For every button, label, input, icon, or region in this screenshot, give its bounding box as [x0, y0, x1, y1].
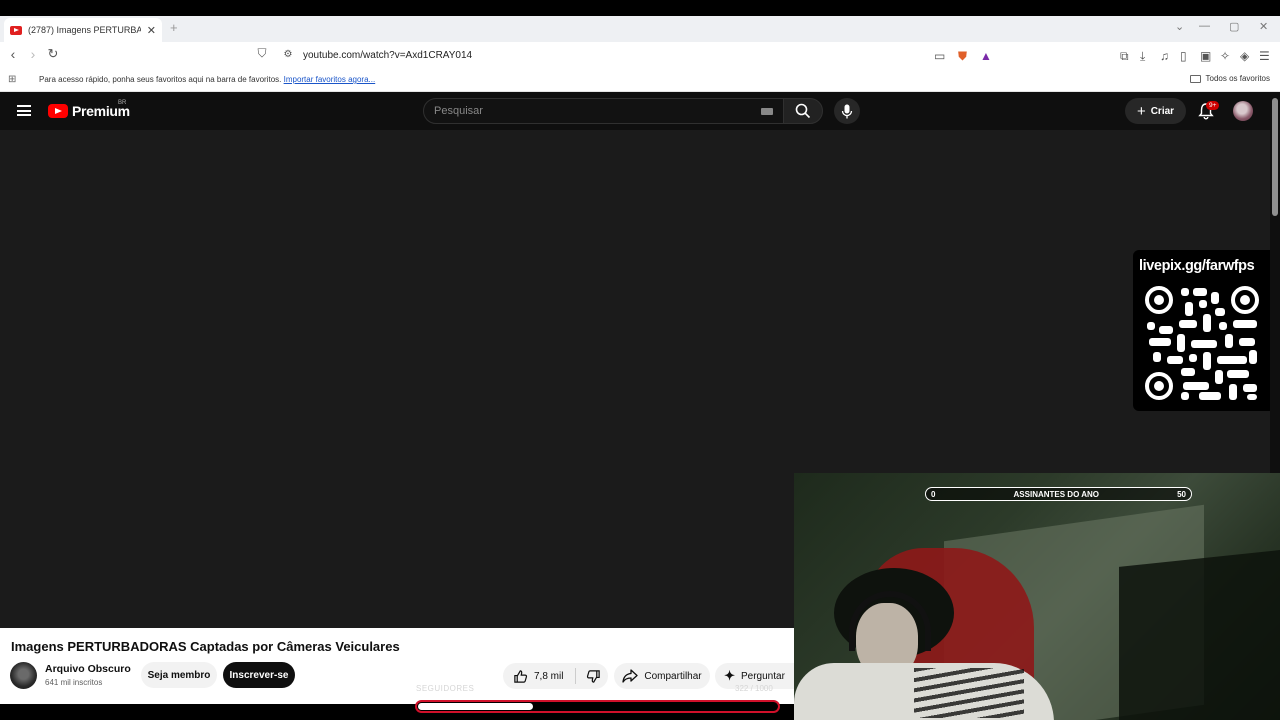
- voice-search-button[interactable]: [834, 98, 860, 124]
- all-favorites-button[interactable]: Todos os favoritos: [1189, 74, 1270, 83]
- browser-toolbar: ‹ › ↻ ⛉ ⚙ youtube.com/watch?v=Axd1CRAY01…: [0, 42, 1280, 70]
- create-button[interactable]: + Criar: [1125, 98, 1186, 124]
- like-icon[interactable]: [513, 669, 528, 684]
- site-info-icon[interactable]: ⚙: [278, 49, 298, 60]
- screen-top-bar: [0, 0, 1280, 16]
- youtube-favicon-icon: [10, 25, 22, 35]
- downloads-icon[interactable]: ⤓: [1140, 49, 1145, 64]
- wallet-icon[interactable]: ▣: [1200, 49, 1211, 63]
- forward-icon[interactable]: ›: [23, 46, 43, 62]
- menu-icon[interactable]: ☰: [1259, 49, 1270, 63]
- qr-code-icon: [1145, 286, 1259, 400]
- tab-search-chevron-icon[interactable]: ⌄: [1175, 20, 1184, 33]
- favorites-message: Para acesso rápido, ponha seus favoritos…: [39, 75, 375, 84]
- followers-progress-bar: [415, 700, 780, 713]
- back-icon[interactable]: ‹: [3, 46, 23, 62]
- sparkle-icon: ✦: [724, 668, 735, 683]
- leo-ai-icon[interactable]: ✧: [1220, 49, 1230, 63]
- livepix-url: livepix.gg/farwfps: [1139, 258, 1255, 274]
- like-count[interactable]: 7,8 mil: [534, 671, 563, 682]
- cast-icon[interactable]: ▭: [934, 49, 945, 63]
- scrollbar-thumb[interactable]: [1272, 98, 1278, 216]
- webcam-shirt-stripes: [914, 668, 1024, 718]
- webcam-dark-panel: [1119, 549, 1280, 720]
- tab-strip: (2787) Imagens PERTURBADORAS ✕ + ⌄ — ▢ ✕: [0, 16, 1280, 42]
- webcam-feed: 0 ASSINANTES DO ANO 50: [794, 473, 1280, 720]
- share-arrow-icon: [622, 669, 639, 683]
- apps-grid-icon[interactable]: ⊞: [8, 74, 16, 85]
- channel-name[interactable]: Arquivo Obscuro: [45, 663, 131, 675]
- video-info-panel: Imagens PERTURBADORAS Captadas por Câmer…: [0, 628, 794, 704]
- extensions-icon[interactable]: ⧉: [1120, 49, 1129, 64]
- dislike-icon[interactable]: [586, 669, 601, 684]
- reload-icon[interactable]: ↻: [43, 46, 63, 62]
- youtube-play-icon: [48, 104, 68, 118]
- join-member-button[interactable]: Seja membro: [141, 662, 217, 688]
- subscriber-count: 641 mil inscritos: [45, 678, 103, 687]
- goal-label: ASSINANTES DO ANO: [1013, 489, 1100, 499]
- all-favorites-label: Todos os favoritos: [1205, 74, 1270, 83]
- tab-title: (2787) Imagens PERTURBADORAS: [28, 25, 141, 35]
- channel-avatar[interactable]: [10, 662, 37, 689]
- favorites-bar: ⊞ Para acesso rápido, ponha seus favorit…: [0, 70, 1280, 92]
- account-avatar[interactable]: [1233, 101, 1253, 121]
- folder-icon: [1189, 74, 1201, 83]
- join-member-label: Seja membro: [147, 669, 211, 681]
- maximize-icon[interactable]: ▢: [1229, 20, 1239, 33]
- youtube-header: Premium BR Pesquisar + Criar 9+: [0, 92, 1270, 130]
- share-button[interactable]: Compartilhar: [614, 663, 710, 689]
- followers-progress-fill: [418, 703, 533, 710]
- minimize-icon[interactable]: —: [1199, 20, 1210, 32]
- like-dislike-group: 7,8 mil: [503, 663, 608, 689]
- favorites-message-text: Para acesso rápido, ponha seus favoritos…: [39, 75, 282, 84]
- import-favorites-link[interactable]: Importar favoritos agora...: [284, 75, 376, 84]
- search-icon: [795, 103, 811, 119]
- address-bar[interactable]: youtube.com/watch?v=Axd1CRAY014: [303, 50, 472, 61]
- search-input[interactable]: Pesquisar: [423, 98, 784, 124]
- sidebar-icon[interactable]: ▯: [1180, 49, 1187, 63]
- music-icon[interactable]: ♫: [1160, 49, 1169, 63]
- new-tab-icon[interactable]: +: [170, 20, 178, 35]
- subscribe-label: Inscrever-se: [229, 669, 289, 681]
- goal-max: 50: [1177, 489, 1186, 499]
- microphone-icon: [841, 104, 853, 118]
- search-button[interactable]: [783, 98, 823, 124]
- region-code: BR: [118, 100, 127, 106]
- like-separator: [575, 668, 577, 684]
- goal-min: 0: [931, 489, 936, 499]
- window-close-icon[interactable]: ✕: [1259, 20, 1268, 33]
- notification-badge: 9+: [1206, 101, 1220, 110]
- search-placeholder: Pesquisar: [434, 105, 483, 117]
- create-label: Criar: [1150, 105, 1175, 117]
- vpn-icon[interactable]: ◈: [1240, 49, 1249, 63]
- browser-tab[interactable]: (2787) Imagens PERTURBADORAS ✕: [4, 18, 162, 42]
- bookmark-icon[interactable]: ⛉: [252, 46, 272, 61]
- rewards-triangle-icon[interactable]: ▲: [980, 49, 992, 63]
- subscribe-button[interactable]: Inscrever-se: [223, 662, 295, 688]
- subscriber-goal-bar: 0 ASSINANTES DO ANO 50: [925, 487, 1192, 501]
- followers-label: SEGUIDORES: [416, 684, 475, 693]
- livepix-overlay: livepix.gg/farwfps: [1133, 250, 1270, 411]
- plus-icon: +: [1136, 102, 1146, 120]
- brave-shield-icon[interactable]: ⛊: [958, 49, 967, 64]
- tab-close-icon[interactable]: ✕: [147, 24, 156, 37]
- ask-label: Perguntar: [740, 670, 785, 682]
- keyboard-icon[interactable]: [761, 108, 773, 115]
- followers-count: 322 / 1000: [735, 684, 773, 693]
- guide-menu-icon[interactable]: [17, 105, 31, 116]
- share-label: Compartilhar: [644, 670, 702, 682]
- video-title: Imagens PERTURBADORAS Captadas por Câmer…: [11, 639, 400, 654]
